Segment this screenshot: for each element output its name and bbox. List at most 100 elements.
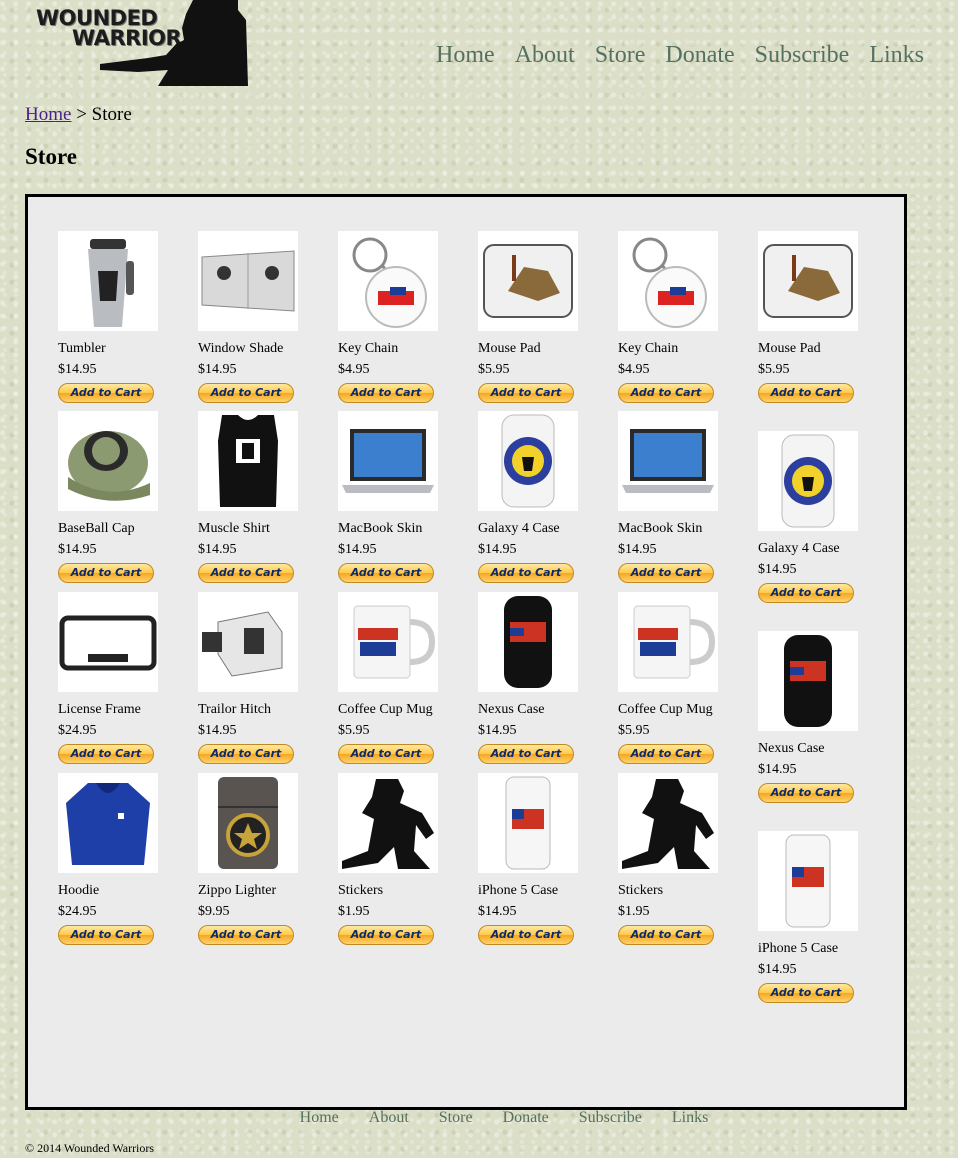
product-image[interactable] [58, 411, 158, 511]
product-card: Mouse Pad $5.95 Add to Cart [478, 231, 588, 403]
product-name: Galaxy 4 Case [478, 521, 560, 536]
nav-home-link[interactable]: Home [436, 42, 495, 69]
product-image[interactable] [758, 831, 858, 931]
product-image[interactable] [58, 592, 158, 692]
add-to-cart-button[interactable]: Add to Cart [618, 744, 714, 764]
hoodie-icon [66, 783, 150, 865]
product-price: $14.95 [618, 542, 657, 557]
product-name: BaseBall Cap [58, 521, 135, 536]
add-to-cart-button[interactable]: Add to Cart [198, 383, 294, 403]
add-to-cart-button[interactable]: Add to Cart [478, 925, 574, 945]
add-to-cart-button[interactable]: Add to Cart [338, 563, 434, 583]
site-logo[interactable]: WOUNDED WARRIOR [36, 0, 250, 86]
add-to-cart-button[interactable]: Add to Cart [758, 783, 854, 803]
product-price: $14.95 [758, 762, 797, 777]
add-to-cart-button[interactable]: Add to Cart [618, 563, 714, 583]
add-to-cart-button[interactable]: Add to Cart [758, 983, 854, 1003]
add-to-cart-button[interactable]: Add to Cart [478, 383, 574, 403]
product-image[interactable] [478, 592, 578, 692]
product-image[interactable] [478, 773, 578, 873]
product-name: Tumbler [58, 341, 106, 356]
product-image[interactable] [618, 231, 718, 331]
product-image[interactable] [338, 231, 438, 331]
product-price: $14.95 [58, 362, 97, 377]
product-image[interactable] [58, 773, 158, 873]
product-price: $14.95 [478, 542, 517, 557]
product-image[interactable] [478, 231, 578, 331]
add-to-cart-button[interactable]: Add to Cart [478, 563, 574, 583]
product-card: Galaxy 4 Case $14.95 Add to Cart [478, 411, 588, 583]
product-image[interactable] [198, 773, 298, 873]
add-to-cart-button[interactable]: Add to Cart [758, 583, 854, 603]
add-to-cart-button[interactable]: Add to Cart [618, 925, 714, 945]
add-to-cart-button[interactable]: Add to Cart [58, 744, 154, 764]
product-name: Nexus Case [478, 702, 545, 717]
product-card: Nexus Case $14.95 Add to Cart [478, 592, 588, 764]
nav-store-link[interactable]: Store [595, 42, 646, 69]
soldier-icon [342, 779, 434, 869]
nav-links-link[interactable]: Links [869, 42, 924, 69]
product-card: Galaxy 4 Case $14.95 Add to Cart [758, 431, 868, 603]
product-card: MacBook Skin $14.95 Add to Cart [618, 411, 728, 583]
nav-subscribe-link[interactable]: Subscribe [755, 42, 850, 69]
add-to-cart-button[interactable]: Add to Cart [58, 925, 154, 945]
breadcrumb-home-link[interactable]: Home [25, 104, 71, 125]
add-to-cart-button[interactable]: Add to Cart [618, 383, 714, 403]
product-card: Key Chain $4.95 Add to Cart [618, 231, 728, 403]
add-to-cart-button[interactable]: Add to Cart [478, 744, 574, 764]
product-image[interactable] [338, 773, 438, 873]
product-image[interactable] [618, 411, 718, 511]
add-to-cart-button[interactable]: Add to Cart [58, 383, 154, 403]
footer-donate-link[interactable]: Donate [503, 1109, 549, 1127]
product-name: Trailor Hitch [198, 702, 271, 717]
add-to-cart-button[interactable]: Add to Cart [758, 383, 854, 403]
product-image[interactable] [618, 773, 718, 873]
product-price: $14.95 [198, 723, 237, 738]
add-to-cart-button[interactable]: Add to Cart [338, 925, 434, 945]
product-price: $14.95 [478, 904, 517, 919]
product-price: $24.95 [58, 904, 97, 919]
product-price: $5.95 [758, 362, 790, 377]
nav-about-link[interactable]: About [515, 42, 575, 69]
tumbler-icon [88, 239, 134, 327]
product-card: Stickers $1.95 Add to Cart [618, 773, 728, 945]
product-card: Mouse Pad $5.95 Add to Cart [758, 231, 868, 403]
product-name: iPhone 5 Case [478, 883, 559, 898]
footer-home-link[interactable]: Home [300, 1109, 339, 1127]
product-card: Tumbler $14.95 Add to Cart [58, 231, 168, 403]
add-to-cart-button[interactable]: Add to Cart [198, 925, 294, 945]
product-name: Coffee Cup Mug [338, 702, 433, 717]
add-to-cart-button[interactable]: Add to Cart [338, 383, 434, 403]
product-image[interactable] [758, 231, 858, 331]
add-to-cart-button[interactable]: Add to Cart [58, 563, 154, 583]
footer-subscribe-link[interactable]: Subscribe [579, 1109, 642, 1127]
product-image[interactable] [618, 592, 718, 692]
add-to-cart-button[interactable]: Add to Cart [198, 563, 294, 583]
product-image[interactable] [58, 231, 158, 331]
mousepad-icon [483, 244, 573, 318]
laptop-icon [622, 429, 714, 493]
breadcrumb: Home > Store [25, 104, 132, 126]
product-image[interactable] [758, 431, 858, 531]
product-image[interactable] [198, 592, 298, 692]
footer-about-link[interactable]: About [369, 1109, 409, 1127]
product-image[interactable] [198, 411, 298, 511]
product-image[interactable] [758, 631, 858, 731]
add-to-cart-button[interactable]: Add to Cart [338, 744, 434, 764]
footer-store-link[interactable]: Store [439, 1109, 473, 1127]
hitch-icon [202, 611, 283, 677]
copyright: © 2014 Wounded Warriors [25, 1141, 155, 1155]
footer-nav: Home About Store Donate Subscribe Links [0, 1109, 958, 1127]
product-price: $1.95 [338, 904, 370, 919]
footer-links-link[interactable]: Links [672, 1109, 708, 1127]
product-image[interactable] [338, 411, 438, 511]
product-image[interactable] [198, 231, 298, 331]
product-image[interactable] [338, 592, 438, 692]
nav-donate-link[interactable]: Donate [665, 42, 734, 69]
product-name: Hoodie [58, 883, 100, 898]
product-card: Coffee Cup Mug $5.95 Add to Cart [338, 592, 448, 764]
product-name: Stickers [338, 883, 384, 898]
add-to-cart-button[interactable]: Add to Cart [198, 744, 294, 764]
product-image[interactable] [478, 411, 578, 511]
product-card: License Frame $24.95 Add to Cart [58, 592, 168, 764]
